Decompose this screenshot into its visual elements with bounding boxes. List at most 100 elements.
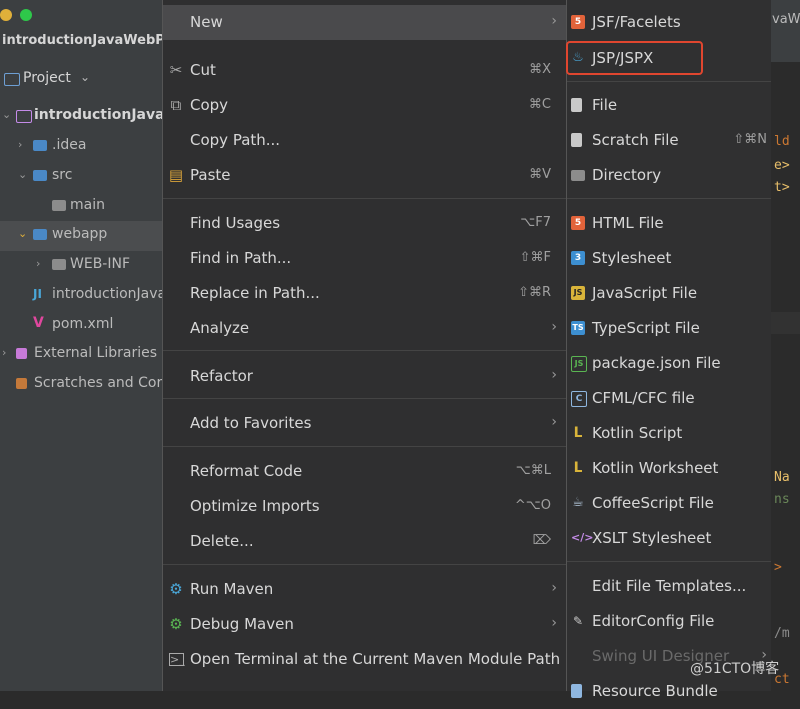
menu-item-label: Find in Path... xyxy=(190,249,292,267)
submenu-item-scratch-file[interactable]: Scratch File ⇧⌘N xyxy=(567,123,771,158)
gear-icon: ⚙ xyxy=(169,615,183,633)
typescript-icon: TS xyxy=(571,321,585,335)
submenu-item-javascript-file[interactable]: JS JavaScript File xyxy=(567,276,771,311)
submenu-item-resource-bundle[interactable]: Resource Bundle xyxy=(567,674,771,709)
tree-item-label: .idea xyxy=(52,137,87,153)
submenu-item-editorconfig[interactable]: ✎ EditorConfig File xyxy=(567,604,771,639)
menu-item-label: Analyze xyxy=(190,319,250,337)
caret-line-highlight xyxy=(770,312,800,334)
menu-separator xyxy=(163,198,567,199)
menu-item-shortcut: ^⌥O xyxy=(514,498,551,513)
folder-icon xyxy=(52,259,66,270)
tree-item-pom[interactable]: V pom.xml xyxy=(0,311,162,341)
submenu-item-html-file[interactable]: 5 HTML File xyxy=(567,206,771,241)
editor-tab-label: vaW xyxy=(772,12,800,27)
window-title: introductionJavaWebPro xyxy=(2,33,162,48)
submenu-item-label: TypeScript File xyxy=(592,319,700,337)
menu-item-label: Run Maven xyxy=(190,580,274,598)
expanded-arrow-icon[interactable]: ⌄ xyxy=(18,227,27,240)
expanded-arrow-icon[interactable]: ⌄ xyxy=(18,168,27,181)
submenu-item-cfml-cfc[interactable]: C CFML/CFC file xyxy=(567,381,771,416)
submenu-arrow-icon: › xyxy=(551,367,557,383)
tree-item-label: main xyxy=(70,197,105,213)
submenu-arrow-icon: › xyxy=(551,414,557,430)
highlight-box xyxy=(566,41,703,75)
collapsed-arrow-icon[interactable]: › xyxy=(36,257,40,270)
collapsed-arrow-icon[interactable]: › xyxy=(18,138,22,151)
tree-item-project-root[interactable]: ⌄ introductionJavaW xyxy=(0,102,180,132)
menu-item-label: Copy xyxy=(190,96,229,114)
submenu-item-label: JSF/Facelets xyxy=(592,13,681,31)
submenu-item-file[interactable]: File xyxy=(567,88,771,123)
menu-item-copy-path[interactable]: Copy Path... xyxy=(163,123,567,158)
maven-icon: V xyxy=(33,315,44,331)
tree-item-scratches[interactable]: Scratches and Cor xyxy=(0,370,162,400)
tree-item-web-inf[interactable]: › WEB-INF xyxy=(0,251,162,281)
menu-item-find-usages[interactable]: Find Usages ⌥F7 xyxy=(163,206,567,241)
menu-item-open-terminal[interactable]: >_ Open Terminal at the Current Maven Mo… xyxy=(163,642,567,677)
submenu-item-typescript-file[interactable]: TS TypeScript File xyxy=(567,311,771,346)
folder-icon xyxy=(33,229,47,240)
submenu-item-xslt[interactable]: </> XSLT Stylesheet xyxy=(567,521,771,556)
menu-item-copy[interactable]: ⧉ Copy ⌘C xyxy=(163,88,567,123)
menu-item-add-to-favorites[interactable]: Add to Favorites › xyxy=(163,406,567,441)
tree-item-external-libraries[interactable]: › External Libraries xyxy=(0,340,162,370)
code-fragment: e> xyxy=(774,158,790,173)
tree-item-label: webapp xyxy=(52,226,108,242)
submenu-item-kotlin-script[interactable]: ᒪ Kotlin Script xyxy=(567,416,771,451)
file-icon xyxy=(571,98,582,112)
menu-separator xyxy=(163,446,567,447)
menu-item-optimize-imports[interactable]: Optimize Imports ^⌥O xyxy=(163,489,567,524)
menu-item-run-maven[interactable]: ⚙ Run Maven › xyxy=(163,572,567,607)
tree-item-label: introductionJavaW xyxy=(34,107,181,123)
menu-item-shortcut: ⇧⌘F xyxy=(519,250,551,265)
menu-item-refactor[interactable]: Refactor › xyxy=(163,359,567,394)
submenu-item-package-json[interactable]: JS package.json File xyxy=(567,346,771,381)
cfml-icon: C xyxy=(571,391,587,407)
kotlin-icon: ᒪ xyxy=(573,425,583,441)
tree-item-webapp[interactable]: ⌄ webapp xyxy=(0,221,162,251)
submenu-item-directory[interactable]: Directory xyxy=(567,158,771,193)
menu-item-shortcut: ⌥⌘L xyxy=(515,463,551,478)
menu-item-delete[interactable]: Delete... ⌦ xyxy=(163,524,567,559)
tree-item-src[interactable]: ⌄ src xyxy=(0,162,162,192)
menu-item-new[interactable]: New › xyxy=(163,5,567,40)
menu-item-paste[interactable]: ▤ Paste ⌘V xyxy=(163,158,567,193)
project-view-selector[interactable]: Project ⌄ xyxy=(0,64,162,94)
menu-item-label: Copy Path... xyxy=(190,131,281,149)
folder-icon xyxy=(52,200,66,211)
submenu-item-jsf-facelets[interactable]: 5 JSF/Facelets xyxy=(567,5,771,40)
clipboard-icon: ▤ xyxy=(168,166,184,184)
submenu-item-kotlin-worksheet[interactable]: ᒪ Kotlin Worksheet xyxy=(567,451,771,486)
tree-item-iml[interactable]: JI introductionJava xyxy=(0,281,166,311)
menu-item-replace-in-path[interactable]: Replace in Path... ⇧⌘R xyxy=(163,276,567,311)
menu-item-shortcut: ⌥F7 xyxy=(520,215,551,230)
menu-item-analyze[interactable]: Analyze › xyxy=(163,311,567,346)
zoom-button[interactable] xyxy=(20,9,32,21)
menu-item-debug-maven[interactable]: ⚙ Debug Maven › xyxy=(163,607,567,642)
submenu-item-stylesheet[interactable]: 3 Stylesheet xyxy=(567,241,771,276)
submenu-item-label: package.json File xyxy=(592,354,721,372)
minimize-button[interactable] xyxy=(0,9,12,21)
tree-item-label: Scratches and Cor xyxy=(34,375,163,391)
submenu-item-coffeescript[interactable]: ☕ CoffeeScript File xyxy=(567,486,771,521)
folder-icon xyxy=(33,140,47,151)
tree-item-label: WEB-INF xyxy=(70,256,130,272)
collapsed-arrow-icon[interactable]: › xyxy=(2,346,6,359)
submenu-item-edit-file-templates[interactable]: Edit File Templates... xyxy=(567,569,771,604)
editor-tab[interactable]: vaW xyxy=(770,0,800,62)
tree-item-idea[interactable]: › .idea xyxy=(0,132,162,162)
menu-item-reformat-code[interactable]: Reformat Code ⌥⌘L xyxy=(163,454,567,489)
submenu-item-label: Kotlin Worksheet xyxy=(592,459,719,477)
expanded-arrow-icon[interactable]: ⌄ xyxy=(2,108,11,121)
editor-area: vaW ld e> t> Na ns > /m ct xyxy=(770,0,800,691)
menu-item-find-in-path[interactable]: Find in Path... ⇧⌘F xyxy=(163,241,567,276)
menu-item-label: Add to Favorites xyxy=(190,414,312,432)
css3-icon: 3 xyxy=(571,251,585,265)
watermark: @51CTO博客 xyxy=(690,661,780,677)
editorconfig-icon: ✎ xyxy=(572,614,584,628)
chevron-down-icon: ⌄ xyxy=(80,70,91,84)
menu-item-shortcut: ⇧⌘R xyxy=(518,285,551,300)
tree-item-main[interactable]: main xyxy=(0,192,162,222)
menu-item-cut[interactable]: ✂ Cut ⌘X xyxy=(163,53,567,88)
